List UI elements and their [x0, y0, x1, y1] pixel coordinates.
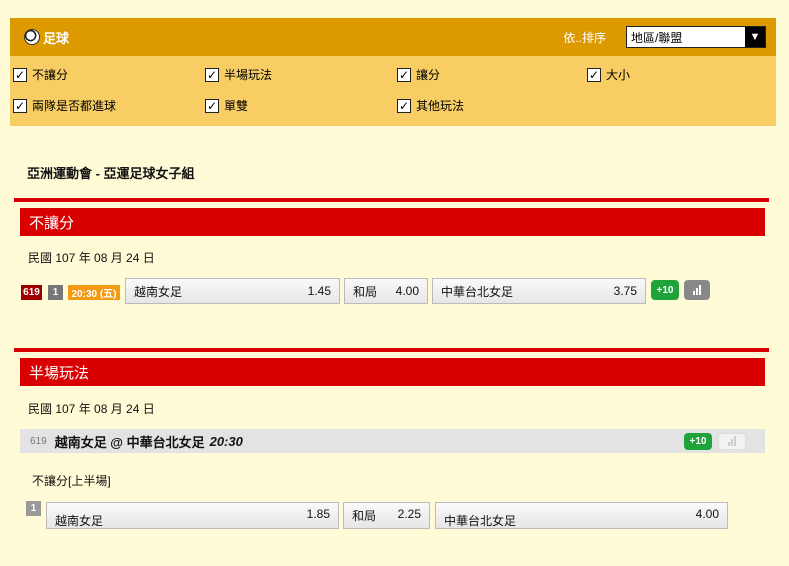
option-both-score[interactable]: ✓ 兩隊是否都進球 [13, 97, 116, 114]
page: 足球 依..排序 地區/聯盟 ▼ ✓ 不讓分 ✓ 半場玩法 ✓ 讓分 ✓ 大小 ✓ 兩隊是… [0, 0, 789, 566]
option-odd-even[interactable]: ✓ 單雙 [205, 97, 248, 114]
sport-title: 足球 [43, 30, 70, 46]
sort-select[interactable]: 地區/聯盟 ▼ [626, 26, 766, 48]
odds-away-button[interactable]: 中華台北女足 4.00 [435, 502, 728, 529]
match-date: 民國 107 年 08 月 24 日 [28, 251, 155, 265]
match-id-badge: 619 [21, 285, 42, 300]
option-halftime[interactable]: ✓ 半場玩法 [205, 66, 272, 83]
more-markets-button[interactable]: +10 [684, 433, 712, 450]
option-others[interactable]: ✓ 其他玩法 [397, 97, 464, 114]
checkbox-icon[interactable]: ✓ [397, 98, 411, 113]
odds-away-button[interactable]: 中華台北女足 3.75 [432, 278, 646, 304]
option-over-under[interactable]: ✓ 大小 [587, 66, 630, 83]
stats-icon[interactable] [684, 280, 710, 300]
section-title-moneyline: 不讓分 [20, 208, 765, 236]
checkbox-icon[interactable]: ✓ [13, 98, 27, 113]
odds-draw-button[interactable]: 和局 2.25 [343, 502, 430, 529]
sort-select-value: 地區/聯盟 [631, 30, 683, 45]
match-teams: 越南女足 @ 中華台北女足 [54, 434, 205, 450]
filter-panel: 足球 依..排序 地區/聯盟 ▼ ✓ 不讓分 ✓ 半場玩法 ✓ 讓分 ✓ 大小 ✓ 兩隊是… [10, 18, 776, 126]
option-moneyline[interactable]: ✓ 不讓分 [13, 66, 68, 83]
checkbox-icon[interactable]: ✓ [205, 67, 219, 82]
option-handicap[interactable]: ✓ 讓分 [397, 66, 440, 83]
checkbox-icon[interactable]: ✓ [205, 98, 219, 113]
checkbox-icon[interactable]: ✓ [587, 67, 601, 82]
odds-home-button[interactable]: 越南女足 1.85 [46, 502, 339, 529]
market-options: ✓ 不讓分 ✓ 半場玩法 ✓ 讓分 ✓ 大小 ✓ 兩隊是否都進球 ✓ 單雙 ✓ 其他玩法 [10, 56, 776, 126]
match-date: 民國 107 年 08 月 24 日 [28, 402, 155, 416]
league-title: 亞洲運動會 - 亞運足球女子組 [27, 166, 195, 181]
odds-home-button[interactable]: 越南女足 1.45 [125, 278, 340, 304]
chevron-down-icon[interactable]: ▼ [745, 27, 765, 47]
checkbox-icon[interactable]: ✓ [13, 67, 27, 82]
sort-label: 依..排序 [563, 30, 606, 45]
odds-draw-button[interactable]: 和局 4.00 [344, 278, 428, 304]
soccer-ball-icon [24, 29, 40, 45]
match-id: 619 [30, 435, 47, 447]
sport-header: 足球 依..排序 地區/聯盟 ▼ [10, 18, 776, 56]
market-title: 不讓分[上半場] [32, 474, 111, 488]
stats-icon[interactable] [718, 433, 746, 450]
period-badge: 1 [48, 285, 63, 300]
match-time: 20:30 [209, 433, 243, 449]
period-badge: 1 [26, 501, 41, 516]
match-time-badge: 20:30 (五) [68, 285, 120, 300]
more-markets-button[interactable]: +10 [651, 280, 679, 300]
checkbox-icon[interactable]: ✓ [397, 67, 411, 82]
section-title-halftime: 半場玩法 [20, 358, 765, 386]
match-header-row: 619 越南女足 @ 中華台北女足 20:30 [20, 429, 765, 453]
